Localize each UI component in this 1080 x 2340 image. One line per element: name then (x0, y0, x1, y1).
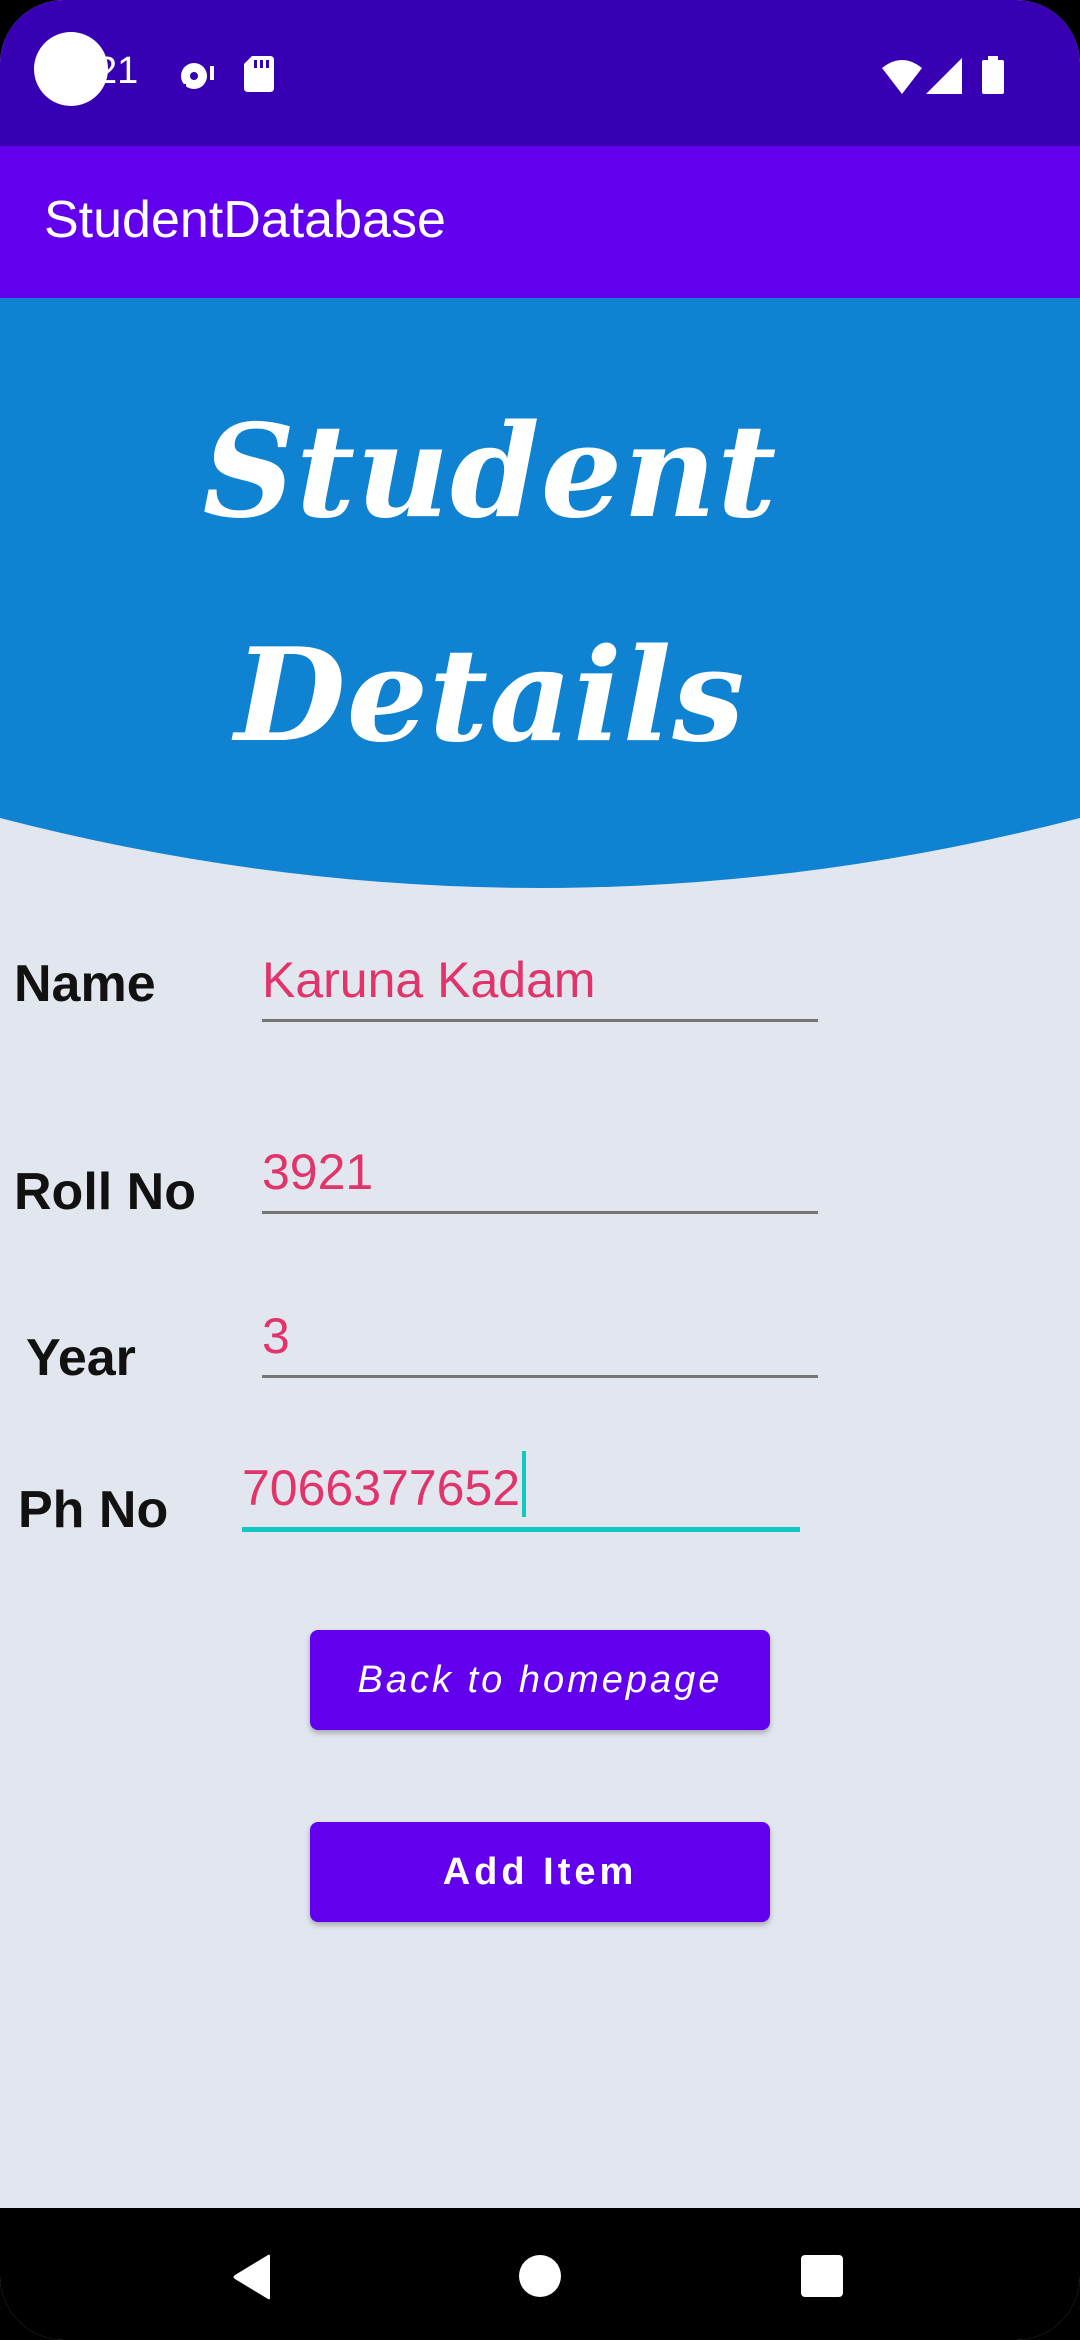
year-input-value: 3 (262, 1308, 290, 1364)
back-icon[interactable] (232, 2254, 272, 2300)
sd-card-icon (244, 56, 274, 92)
add-item-label: Add Item (442, 1850, 638, 1893)
year-input[interactable]: 3 (262, 1298, 818, 1378)
add-item-button[interactable]: Add Item (310, 1822, 770, 1922)
header-title-line-2: Details (234, 621, 746, 771)
text-caret (522, 1451, 527, 1517)
app-bar: StudentDatabase (0, 146, 1080, 298)
roll-no-input[interactable]: 3921 (262, 1134, 818, 1214)
home-icon[interactable] (518, 2254, 562, 2298)
name-input-value: Karuna Kadam (262, 952, 596, 1008)
roll-no-label: Roll No (14, 1163, 196, 1221)
header-title: Student Details (0, 360, 980, 808)
navigation-bar (0, 2208, 1080, 2340)
notification-icon (178, 63, 214, 92)
back-to-homepage-label: Back to homepage (357, 1658, 723, 1701)
app-title: StudentDatabase (44, 191, 446, 249)
roll-no-input-value: 3921 (262, 1144, 374, 1200)
header-title-line-1: Student (202, 397, 778, 547)
signal-icon (926, 58, 962, 94)
app-screen: 21 StudentDatabase Student Details Name … (0, 0, 1080, 2340)
back-to-homepage-button[interactable]: Back to homepage (310, 1630, 770, 1730)
phone-input[interactable]: 7066377652 (242, 1451, 800, 1532)
name-label: Name (14, 955, 156, 1013)
phone-input-value: 7066377652 (242, 1451, 527, 1517)
battery-icon (982, 56, 1004, 94)
status-time: 21 (96, 50, 139, 92)
phone-input-text: 7066377652 (242, 1460, 521, 1516)
phone-label: Ph No (18, 1481, 169, 1539)
wifi-icon (882, 60, 922, 94)
name-input[interactable]: Karuna Kadam (262, 942, 818, 1022)
year-label: Year (26, 1329, 136, 1387)
recents-icon[interactable] (800, 2254, 844, 2298)
status-bar: 21 (0, 0, 1080, 146)
